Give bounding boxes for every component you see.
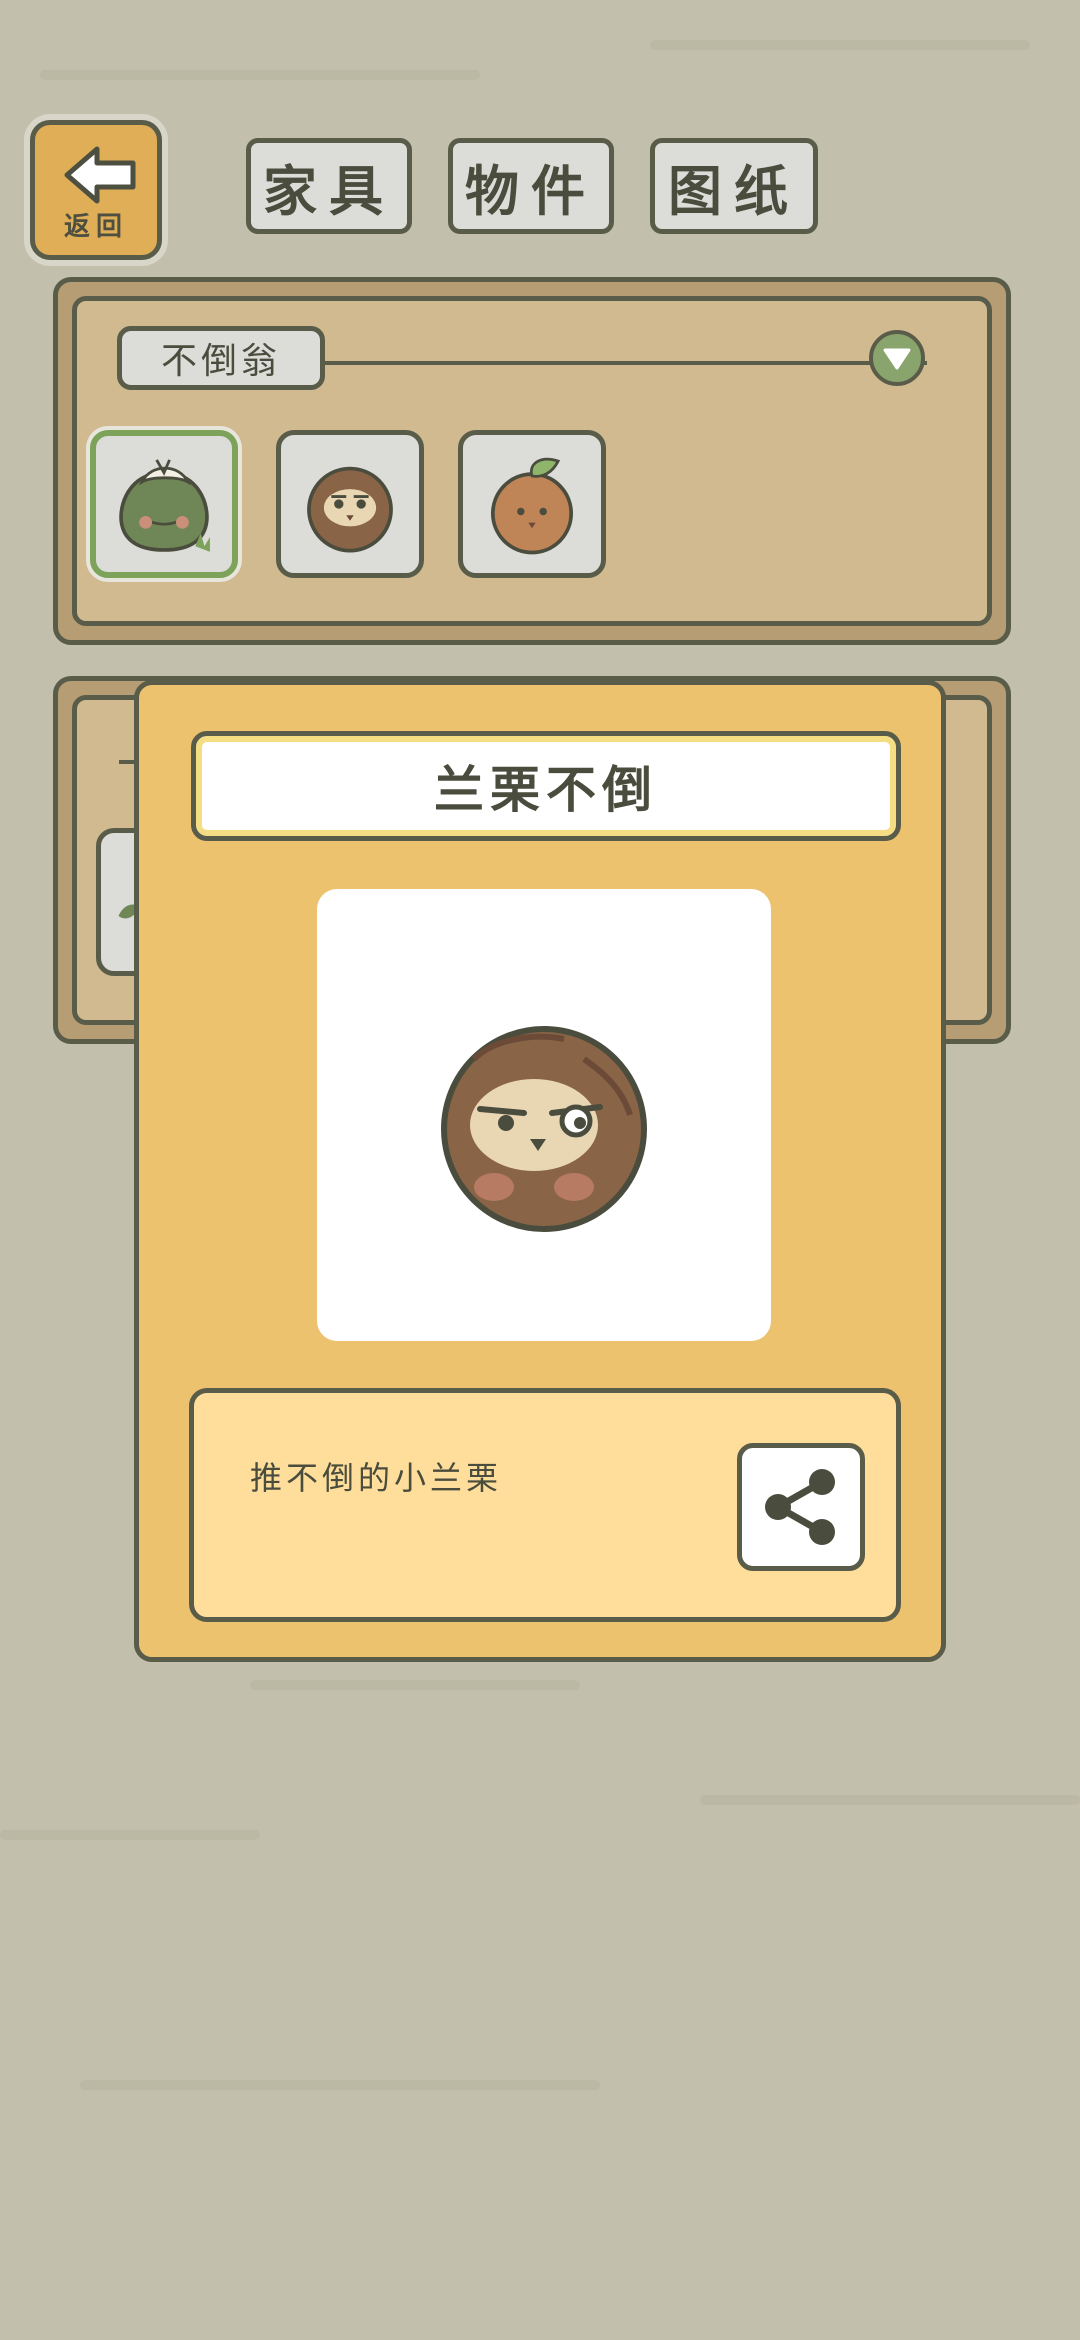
item-description: 推不倒的小兰栗 (250, 1459, 503, 1497)
background-streak (0, 1830, 260, 1840)
item-title: 兰栗不倒 (191, 731, 901, 841)
category-label: 不倒翁 (117, 326, 325, 390)
background-streak (40, 70, 480, 80)
item-slot-leaf-chestnut[interactable] (90, 430, 238, 578)
background-streak (80, 2080, 600, 2090)
tab-blueprints[interactable]: 图纸 (650, 138, 818, 234)
item-detail-card: 兰栗不倒 推不倒的小兰栗 (134, 680, 946, 1662)
background-streak (650, 40, 1030, 50)
lanli-tumbler-icon (307, 466, 393, 553)
back-label: 返回 (63, 212, 128, 242)
background-streak (700, 1795, 1080, 1805)
tab-items[interactable]: 物件 (448, 138, 614, 234)
item-slot-lanli[interactable] (276, 430, 424, 578)
leaf-chestnut-tumbler-icon (119, 459, 210, 552)
sprout-chestnut-tumbler-icon (490, 457, 574, 555)
item-slot-sprout-chestnut[interactable] (458, 430, 606, 578)
share-button[interactable] (737, 1443, 865, 1571)
item-preview (317, 889, 771, 1341)
background-streak (250, 1680, 580, 1690)
back-button[interactable]: 返回 (30, 120, 162, 260)
lanli-tumbler-large-icon (441, 1026, 647, 1232)
back-arrow-icon (64, 146, 136, 204)
share-icon (765, 1469, 835, 1545)
chevron-down-icon (883, 348, 911, 370)
category-dropdown-button[interactable] (869, 330, 925, 386)
description-box: 推不倒的小兰栗 (189, 1388, 901, 1622)
tab-furniture[interactable]: 家具 (246, 138, 412, 234)
